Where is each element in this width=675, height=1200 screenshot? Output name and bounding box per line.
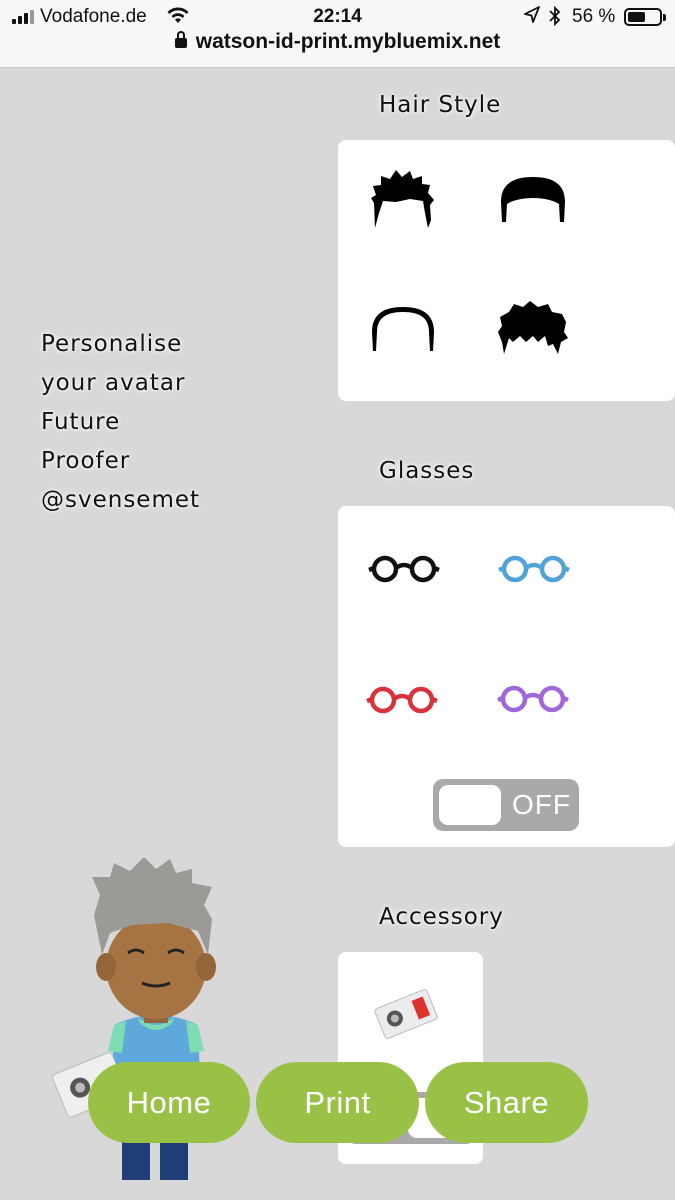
- print-button[interactable]: Print: [256, 1062, 419, 1143]
- glasses-toggle[interactable]: OFF: [433, 779, 579, 831]
- hair-style-card: [338, 140, 675, 401]
- hair-style-title: Hair Style: [379, 92, 502, 118]
- black-glasses-icon[interactable]: [368, 552, 440, 590]
- spiky-hair-icon[interactable]: [368, 168, 440, 240]
- blue-glasses-icon[interactable]: [498, 552, 570, 590]
- id-badge-icon[interactable]: [370, 988, 442, 1044]
- swept-hair-icon[interactable]: [496, 298, 570, 362]
- browser-top-bar: Vodafone.de 22:14 56 % watson-id-print.m…: [0, 0, 675, 68]
- flat-top-hair-icon[interactable]: [498, 174, 568, 230]
- battery-percent: 56 %: [572, 6, 616, 27]
- accessory-title: Accessory: [379, 904, 504, 930]
- bluetooth-icon: [549, 5, 561, 31]
- intro-line: Future: [41, 409, 121, 435]
- share-button[interactable]: Share: [425, 1062, 588, 1143]
- location-arrow-icon: [524, 6, 540, 30]
- battery-icon: [624, 8, 666, 26]
- intro-text: Personalise your avatar Future Proofer @…: [41, 325, 261, 520]
- red-glasses-icon[interactable]: [366, 683, 438, 721]
- toggle-knob: [439, 785, 501, 825]
- url-bar[interactable]: watson-id-print.mybluemix.net: [0, 30, 675, 54]
- status-bar: Vodafone.de 22:14 56 %: [0, 0, 675, 34]
- intro-line: your avatar: [41, 370, 186, 396]
- intro-line: @svensemet: [41, 487, 201, 513]
- home-button[interactable]: Home: [88, 1062, 250, 1143]
- lock-icon: [174, 31, 187, 48]
- purple-glasses-icon[interactable]: [497, 682, 569, 720]
- bald-outline-hair-icon[interactable]: [368, 302, 438, 358]
- url-text: watson-id-print.mybluemix.net: [195, 30, 501, 53]
- glasses-title: Glasses: [379, 458, 475, 484]
- intro-line: Proofer: [41, 448, 131, 474]
- toggle-label: OFF: [512, 789, 571, 820]
- intro-line: Personalise: [41, 331, 183, 357]
